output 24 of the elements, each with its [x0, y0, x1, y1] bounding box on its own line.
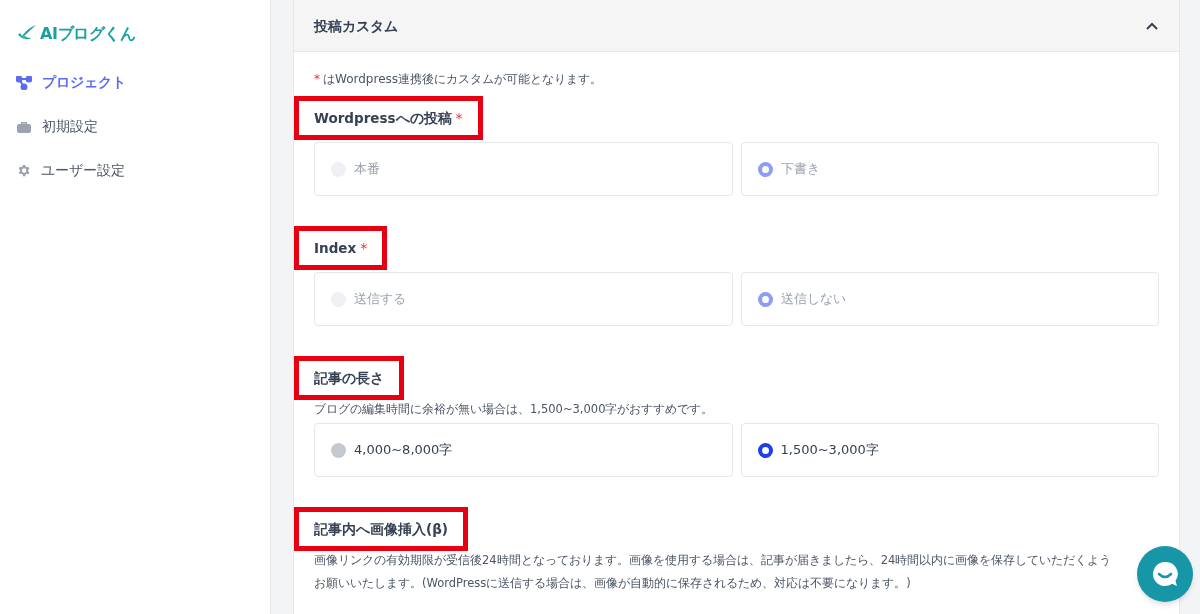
nodes-icon — [16, 75, 32, 90]
radio-button[interactable] — [331, 442, 346, 458]
radio-option[interactable]: 4,000~8,000字 — [314, 423, 733, 477]
chat-bubble-icon — [1150, 559, 1180, 589]
panel-header[interactable]: 投稿カスタム — [294, 0, 1179, 52]
field-description: ブログの編集時間に余裕が無い場合は、1,500~3,000字がおすすめです。 — [314, 401, 715, 418]
radio-button[interactable] — [757, 442, 773, 458]
field-label: 記事の長さ — [314, 368, 384, 388]
sidebar-item[interactable]: 初期設定 — [16, 116, 98, 137]
note-text: はWordpress連携後にカスタムが可能となります。 — [323, 71, 603, 88]
app-logo: AIブログくん — [40, 23, 136, 45]
field-label: Wordpressへの投稿 — [314, 108, 452, 128]
required-mark: * — [314, 71, 320, 88]
gear-icon — [16, 163, 31, 178]
sidebar-item[interactable]: プロジェクト — [16, 72, 126, 93]
toolbox-icon — [16, 119, 32, 134]
field-label: 記事内へ画像挿入(β) — [314, 519, 448, 539]
radio-option[interactable]: 1,500~3,000字 — [740, 423, 1159, 477]
field-label: Index — [314, 238, 357, 258]
required-mark: * — [360, 238, 368, 258]
panel-title: 投稿カスタム — [314, 16, 398, 36]
field-description: 画像リンクの有効期限が受信後24時間となっております。画像を使用する場合は、記事が届きましたら、24時間以内に画像を保存していただくようお願いいたします。(WordPressに送信する場合は、画像が自動的に保存されるため、対応は不要になります。) — [314, 552, 1113, 592]
required-mark: * — [455, 108, 463, 128]
sidebar-item[interactable]: ユーザー設定 — [16, 160, 125, 181]
